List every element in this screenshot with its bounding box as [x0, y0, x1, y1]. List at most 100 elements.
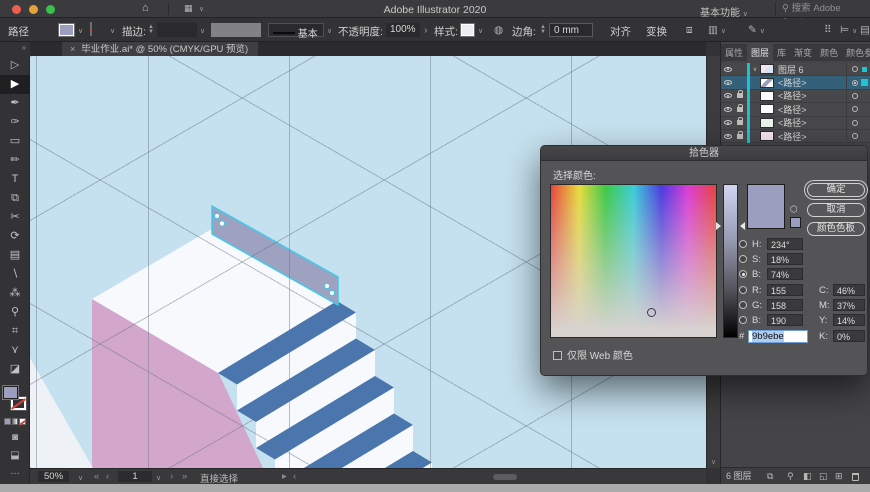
selection-indicator[interactable]	[862, 66, 867, 72]
layer-name[interactable]: <路径>	[778, 116, 807, 129]
shape-builder-tool[interactable]: ◪	[0, 360, 30, 379]
new-layer-icon[interactable]: ⊞	[835, 468, 843, 485]
checkbox-box[interactable]	[553, 351, 562, 360]
hue-input[interactable]: 234°	[767, 238, 803, 250]
hex-input[interactable]: 9b9ebe	[748, 330, 808, 343]
stroke-weight-stepper[interactable]: ▲ ▼	[148, 24, 154, 35]
expand-chevron-icon[interactable]: ∨	[750, 66, 760, 73]
lock-icon[interactable]	[737, 90, 743, 99]
scissors-tool[interactable]: ✂	[0, 208, 30, 227]
fill-swatch[interactable]	[3, 386, 18, 399]
first-artboard-icon[interactable]: «	[94, 471, 99, 482]
zoom-chevron-icon[interactable]: ∨	[78, 474, 83, 482]
out-of-web-cube-icon[interactable]: ⬡	[790, 204, 798, 215]
lock-icon[interactable]	[737, 117, 743, 126]
align-button[interactable]: 对齐	[610, 24, 631, 39]
dialog-title[interactable]: 拾色器	[541, 146, 867, 161]
status-back-icon[interactable]: ‹	[293, 471, 296, 482]
opacity-panel-chevron-icon[interactable]: ›	[424, 24, 428, 36]
style-swatch[interactable]	[460, 23, 475, 37]
zoom-level-select[interactable]: 50%	[38, 471, 70, 482]
none-mini-icon[interactable]	[19, 418, 27, 425]
delete-layer-icon[interactable]	[852, 473, 859, 481]
screen-mode-icon[interactable]: ⬓	[0, 450, 30, 461]
select-similar-icon[interactable]: ▥ ∨	[708, 24, 726, 36]
web-only-checkbox[interactable]: 仅限 Web 颜色	[553, 347, 633, 362]
panels-icon[interactable]: ▤	[860, 24, 870, 36]
zoom-tool[interactable]: ⚲	[0, 303, 30, 322]
rectangle-tool[interactable]: ▭	[0, 132, 30, 151]
brush-definition-select[interactable]: 基本	[268, 23, 324, 40]
gradient-mini-icon[interactable]	[11, 418, 19, 425]
target-circle-icon[interactable]	[852, 92, 858, 99]
close-tab-icon[interactable]: ×	[70, 44, 75, 54]
red-input[interactable]: 155	[767, 284, 803, 296]
layer-row[interactable]: <路径>	[721, 89, 870, 104]
width-profile-select[interactable]	[211, 23, 261, 37]
color-spectrum-field[interactable]	[550, 184, 717, 338]
color-mini-icon[interactable]	[4, 418, 11, 425]
color-mode-minibar[interactable]	[4, 418, 27, 425]
cancel-button[interactable]: 取消	[807, 203, 865, 217]
gradient-tool[interactable]: ▤	[0, 246, 30, 265]
stroke-weight-chevron-icon[interactable]: ∨	[200, 27, 205, 35]
collect-for-export-icon[interactable]: ⧉	[767, 468, 773, 485]
blue-input[interactable]: 190	[767, 314, 803, 326]
tab-color-guide[interactable]: 颜色参	[842, 43, 870, 62]
layer-name[interactable]: 图层 6	[778, 63, 804, 76]
symbol-sprayer-tool[interactable]: ⁂	[0, 284, 30, 303]
stroke-color-swatch[interactable]	[90, 22, 92, 36]
corner-input[interactable]: 0 mm	[549, 23, 593, 37]
tab-layers[interactable]: 图层	[747, 43, 774, 62]
slider-handle-left-icon[interactable]	[716, 222, 721, 230]
style-chevron-icon[interactable]: ∨	[478, 27, 483, 35]
target-circle-icon[interactable]	[852, 79, 858, 86]
rotate-tool[interactable]: ⟳	[0, 227, 30, 246]
brightness-radio[interactable]	[739, 270, 747, 278]
next-artboard-icon[interactable]: ›	[170, 471, 173, 482]
layer-name[interactable]: <路径>	[778, 89, 807, 102]
layer-row[interactable]: ∨ 图层 6	[721, 62, 870, 77]
new-sublayer-icon[interactable]: ◱	[819, 468, 828, 485]
curvature-tool[interactable]: ✑	[0, 113, 30, 132]
layer-row[interactable]: <路径>	[721, 116, 870, 130]
target-circle-icon[interactable]	[852, 106, 858, 113]
direct-selection-tool[interactable]: ▶	[0, 75, 30, 94]
layer-thumbnail[interactable]	[760, 117, 774, 128]
draw-mode-icon[interactable]: ◙	[0, 432, 30, 443]
make-mask-icon[interactable]: ◧	[803, 468, 812, 485]
fill-chevron-icon[interactable]: ∨	[78, 27, 83, 35]
lock-icon[interactable]	[737, 103, 743, 112]
green-input[interactable]: 158	[767, 299, 803, 311]
document-tab[interactable]: × 毕业作业.ai* @ 50% (CMYK/GPU 预览)	[62, 42, 259, 56]
transform-box-icon[interactable]: ⧈	[686, 24, 693, 37]
opacity-input[interactable]: 100%	[386, 23, 420, 37]
width-tool[interactable]: ⋎	[0, 341, 30, 360]
slider-handle-right-icon[interactable]	[740, 222, 745, 230]
layer-name[interactable]: <路径>	[778, 76, 807, 89]
hue-radio[interactable]	[739, 240, 747, 248]
artboard-tool[interactable]: ⌗	[0, 322, 30, 341]
layer-thumbnail[interactable]	[760, 77, 774, 88]
type-tool[interactable]: T	[0, 170, 30, 189]
saturation-radio[interactable]	[739, 255, 747, 263]
tab-gradient[interactable]: 渐变	[790, 43, 816, 62]
lock-icon[interactable]	[737, 130, 743, 139]
status-options-icon[interactable]: ▸	[282, 471, 287, 482]
spectrum-marker[interactable]	[647, 308, 656, 317]
fill-color-swatch[interactable]	[58, 23, 75, 37]
stroke-weight-input[interactable]	[157, 23, 197, 37]
brightness-slider[interactable]	[723, 184, 738, 338]
selection-indicator[interactable]	[861, 79, 868, 87]
layer-thumbnail[interactable]	[760, 90, 774, 101]
free-transform-tool[interactable]: ⧉	[0, 189, 30, 208]
saturation-input[interactable]: 18%	[767, 253, 803, 265]
fill-stroke-control[interactable]	[3, 386, 27, 412]
workspace-switcher[interactable]: 基本功能 ∨	[700, 4, 748, 19]
black-input[interactable]: 0%	[833, 330, 865, 342]
artboard-chevron-icon[interactable]: ∨	[156, 474, 161, 482]
scroll-down-icon[interactable]: ∨	[711, 458, 716, 466]
red-radio[interactable]	[739, 286, 747, 294]
target-circle-icon[interactable]	[852, 133, 858, 140]
blue-radio[interactable]	[739, 316, 747, 324]
